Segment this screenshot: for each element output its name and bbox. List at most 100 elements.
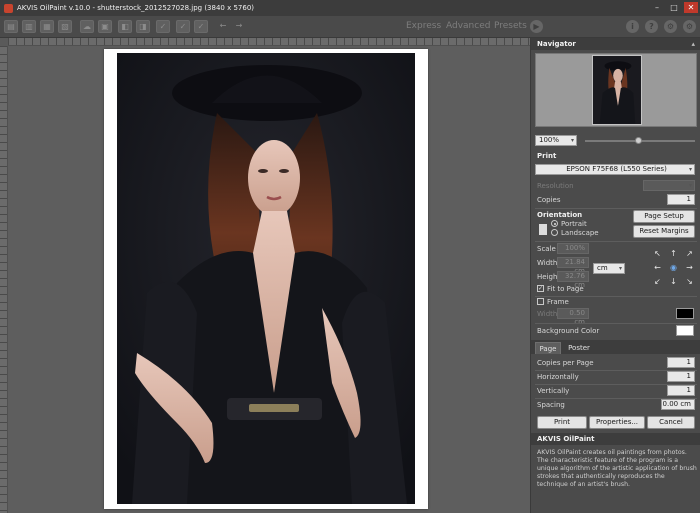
navigator-title: Navigator [537, 40, 576, 48]
zoom-select[interactable]: 100% ▾ [535, 135, 577, 146]
landscape-radio[interactable] [551, 229, 558, 236]
unit-select[interactable]: cm ▾ [593, 263, 625, 274]
apply-icon[interactable]: ✓ [194, 20, 208, 33]
run-button[interactable]: ▶ [530, 20, 543, 33]
width-field[interactable]: 21.84 cm [557, 257, 589, 275]
copies-field[interactable]: 1 [667, 194, 695, 205]
print-title: Print [537, 152, 557, 160]
divider [535, 296, 697, 297]
vertically-label: Vertically [537, 387, 570, 395]
print-page [104, 49, 428, 509]
vertical-ruler [0, 46, 8, 513]
window-controls: – □ ✕ [650, 2, 698, 13]
tab-express[interactable]: Express [406, 21, 441, 31]
chevron-down-icon: ▾ [688, 182, 692, 189]
unit-value: cm [597, 264, 608, 272]
maximize-button[interactable]: □ [667, 2, 681, 13]
printer-name: EPSON F75F68 (L550 Series) [566, 165, 667, 173]
spacing-field[interactable]: 0.00 cm [661, 399, 695, 410]
help-icon[interactable]: ? [645, 20, 658, 33]
tab-page[interactable]: Page [535, 342, 561, 354]
frame-label: Frame [547, 298, 569, 306]
portrait-radio[interactable] [551, 220, 558, 227]
tab-advanced[interactable]: Advanced [446, 21, 490, 31]
chevron-down-icon: ▾ [570, 137, 574, 144]
align-top-left-icon[interactable]: ↖ [653, 249, 662, 258]
properties-button[interactable]: Properties... [589, 416, 645, 429]
horizontally-label: Horizontally [537, 373, 579, 381]
settings-icon[interactable]: ⚙ [664, 20, 677, 33]
align-bottom-right-icon[interactable]: ↘ [685, 277, 694, 286]
crop-icon[interactable]: ◧ [118, 20, 132, 33]
align-left-icon[interactable]: ← [653, 263, 662, 272]
print-header: Print [531, 150, 700, 162]
frame-width-label: Width [537, 310, 558, 318]
align-top-right-icon[interactable]: ↗ [685, 249, 694, 258]
about-header: AKVIS OilPaint [531, 433, 700, 445]
tab-presets[interactable]: Presets [494, 21, 527, 31]
window-title: AKVIS OilPaint v.10.0 - shutterstock_201… [17, 4, 255, 12]
page-icon [539, 224, 547, 235]
print-button[interactable]: Print [537, 416, 587, 429]
save-icon[interactable]: ▥ [22, 20, 36, 33]
batch-icon[interactable]: ▦ [40, 20, 54, 33]
close-button[interactable]: ✕ [684, 2, 698, 13]
horizontally-field[interactable]: 1 [667, 371, 695, 382]
cancel-button[interactable]: Cancel [647, 416, 695, 429]
align-bottom-icon[interactable]: ↓ [669, 277, 678, 286]
scale-field[interactable]: 100% [557, 243, 589, 254]
navigator-thumbnail[interactable] [592, 55, 642, 125]
forward-arrow-icon[interactable]: → [232, 20, 246, 33]
frame-color-swatch[interactable] [676, 308, 694, 319]
zoom-value: 100% [539, 136, 560, 144]
preferences-icon[interactable]: ⚙ [683, 20, 696, 33]
back-arrow-icon[interactable]: ← [216, 20, 230, 33]
check-icon[interactable]: ✓ [156, 20, 170, 33]
fit-to-page-label: Fit to Page [547, 285, 584, 293]
toolbar: ▤ ▥ ▦ ▧ ☁ ▣ ◧ ◨ ✓ ✓ ✓ ← → Express Advanc… [0, 16, 700, 38]
copies-per-page-label: Copies per Page [537, 359, 594, 367]
app-logo-icon [4, 3, 13, 13]
frame-checkbox[interactable] [537, 298, 544, 305]
spacing-label: Spacing [537, 401, 565, 409]
frame-width-field[interactable]: 0.50 cm [557, 308, 589, 326]
chevron-down-icon: ▾ [618, 265, 622, 272]
portrait-painting [117, 53, 415, 504]
navigator-preview[interactable] [535, 53, 697, 127]
vertically-field[interactable]: 1 [667, 385, 695, 396]
printer-select[interactable]: EPSON F75F68 (L550 Series) ▾ [535, 164, 695, 175]
align-top-icon[interactable]: ↑ [669, 249, 678, 258]
oil-painting-image [117, 53, 415, 504]
copies-per-page-field[interactable]: 1 [667, 357, 695, 368]
width-label: Width [537, 259, 558, 267]
run-icon[interactable]: ✓ [176, 20, 190, 33]
zoom-slider-thumb[interactable] [635, 137, 642, 144]
before-after-icon[interactable]: ◨ [136, 20, 150, 33]
collapse-icon[interactable]: ▴ [691, 38, 695, 50]
share-icon[interactable]: ☁ [80, 20, 94, 33]
divider [535, 241, 697, 242]
open-icon[interactable]: ▤ [4, 20, 18, 33]
title-bar: AKVIS OilPaint v.10.0 - shutterstock_201… [0, 0, 700, 16]
reset-margins-button[interactable]: Reset Margins [633, 225, 695, 238]
resolution-label: Resolution [537, 182, 574, 190]
fit-to-page-checkbox[interactable]: ✓ [537, 285, 544, 292]
height-field[interactable]: 32.76 cm [557, 271, 589, 289]
canvas-area [0, 38, 530, 513]
align-center-icon[interactable]: ◉ [669, 263, 678, 272]
tab-poster[interactable]: Poster [565, 342, 593, 354]
resolution-select[interactable]: ▾ [643, 180, 695, 191]
thumbnail-image [599, 61, 636, 124]
page-setup-button[interactable]: Page Setup [633, 210, 695, 223]
chevron-down-icon: ▾ [688, 166, 692, 173]
align-right-icon[interactable]: → [685, 263, 694, 272]
background-color-swatch[interactable] [676, 325, 694, 336]
info-icon[interactable]: i [626, 20, 639, 33]
zoom-slider[interactable] [585, 137, 695, 144]
portrait-label: Portrait [561, 220, 587, 228]
align-bottom-left-icon[interactable]: ↙ [653, 277, 662, 286]
canvas-icon[interactable]: ▣ [98, 20, 112, 33]
print-icon[interactable]: ▧ [58, 20, 72, 33]
minimize-button[interactable]: – [650, 2, 664, 13]
ruler-corner [0, 38, 8, 46]
